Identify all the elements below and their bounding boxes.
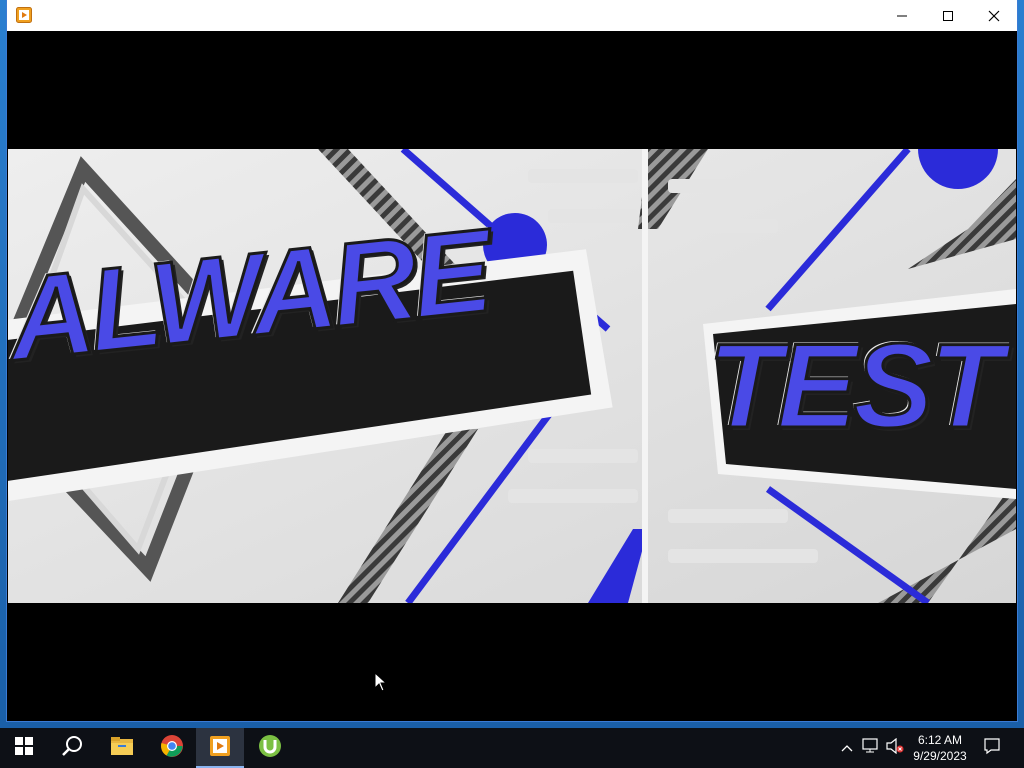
show-hidden-icons-button[interactable] — [838, 728, 856, 768]
maximize-icon — [942, 10, 954, 22]
chrome-icon — [160, 734, 184, 763]
network-tray-button[interactable] — [860, 728, 882, 768]
start-button[interactable] — [0, 728, 48, 768]
title-bar[interactable] — [7, 0, 1017, 31]
minimize-button[interactable] — [879, 0, 925, 31]
clock-date: 9/29/2023 — [913, 749, 967, 763]
media-player-taskbar-button[interactable] — [196, 728, 244, 768]
windows-logo-icon — [15, 736, 33, 760]
taskbar: 6:12 AM 9/29/2023 — [0, 728, 1024, 768]
volume-muted-icon — [886, 737, 904, 759]
media-player-window: ALWARE TEST — [7, 0, 1017, 721]
maximize-button[interactable] — [925, 0, 971, 31]
video-frame: ALWARE TEST — [8, 149, 1016, 603]
folder-icon — [110, 736, 134, 761]
network-icon — [862, 737, 880, 759]
media-player-icon — [209, 735, 231, 762]
search-icon — [61, 735, 83, 762]
volume-tray-button[interactable] — [884, 728, 906, 768]
chrome-button[interactable] — [148, 728, 196, 768]
search-button[interactable] — [48, 728, 96, 768]
utorrent-icon — [258, 734, 282, 763]
video-title-right: TEST — [707, 318, 1005, 455]
close-button[interactable] — [971, 0, 1017, 31]
close-icon — [988, 10, 1000, 22]
file-explorer-button[interactable] — [98, 728, 146, 768]
utorrent-button[interactable] — [246, 728, 294, 768]
action-center-button[interactable] — [978, 728, 1006, 768]
media-player-icon — [16, 7, 32, 23]
notification-icon — [983, 737, 1001, 760]
video-surface[interactable]: ALWARE TEST — [8, 31, 1016, 721]
chevron-up-icon — [841, 739, 853, 757]
clock[interactable]: 6:12 AM 9/29/2023 — [910, 728, 970, 768]
clock-time: 6:12 AM — [917, 733, 963, 747]
minimize-icon — [896, 10, 908, 22]
mouse-cursor-icon — [374, 671, 388, 697]
